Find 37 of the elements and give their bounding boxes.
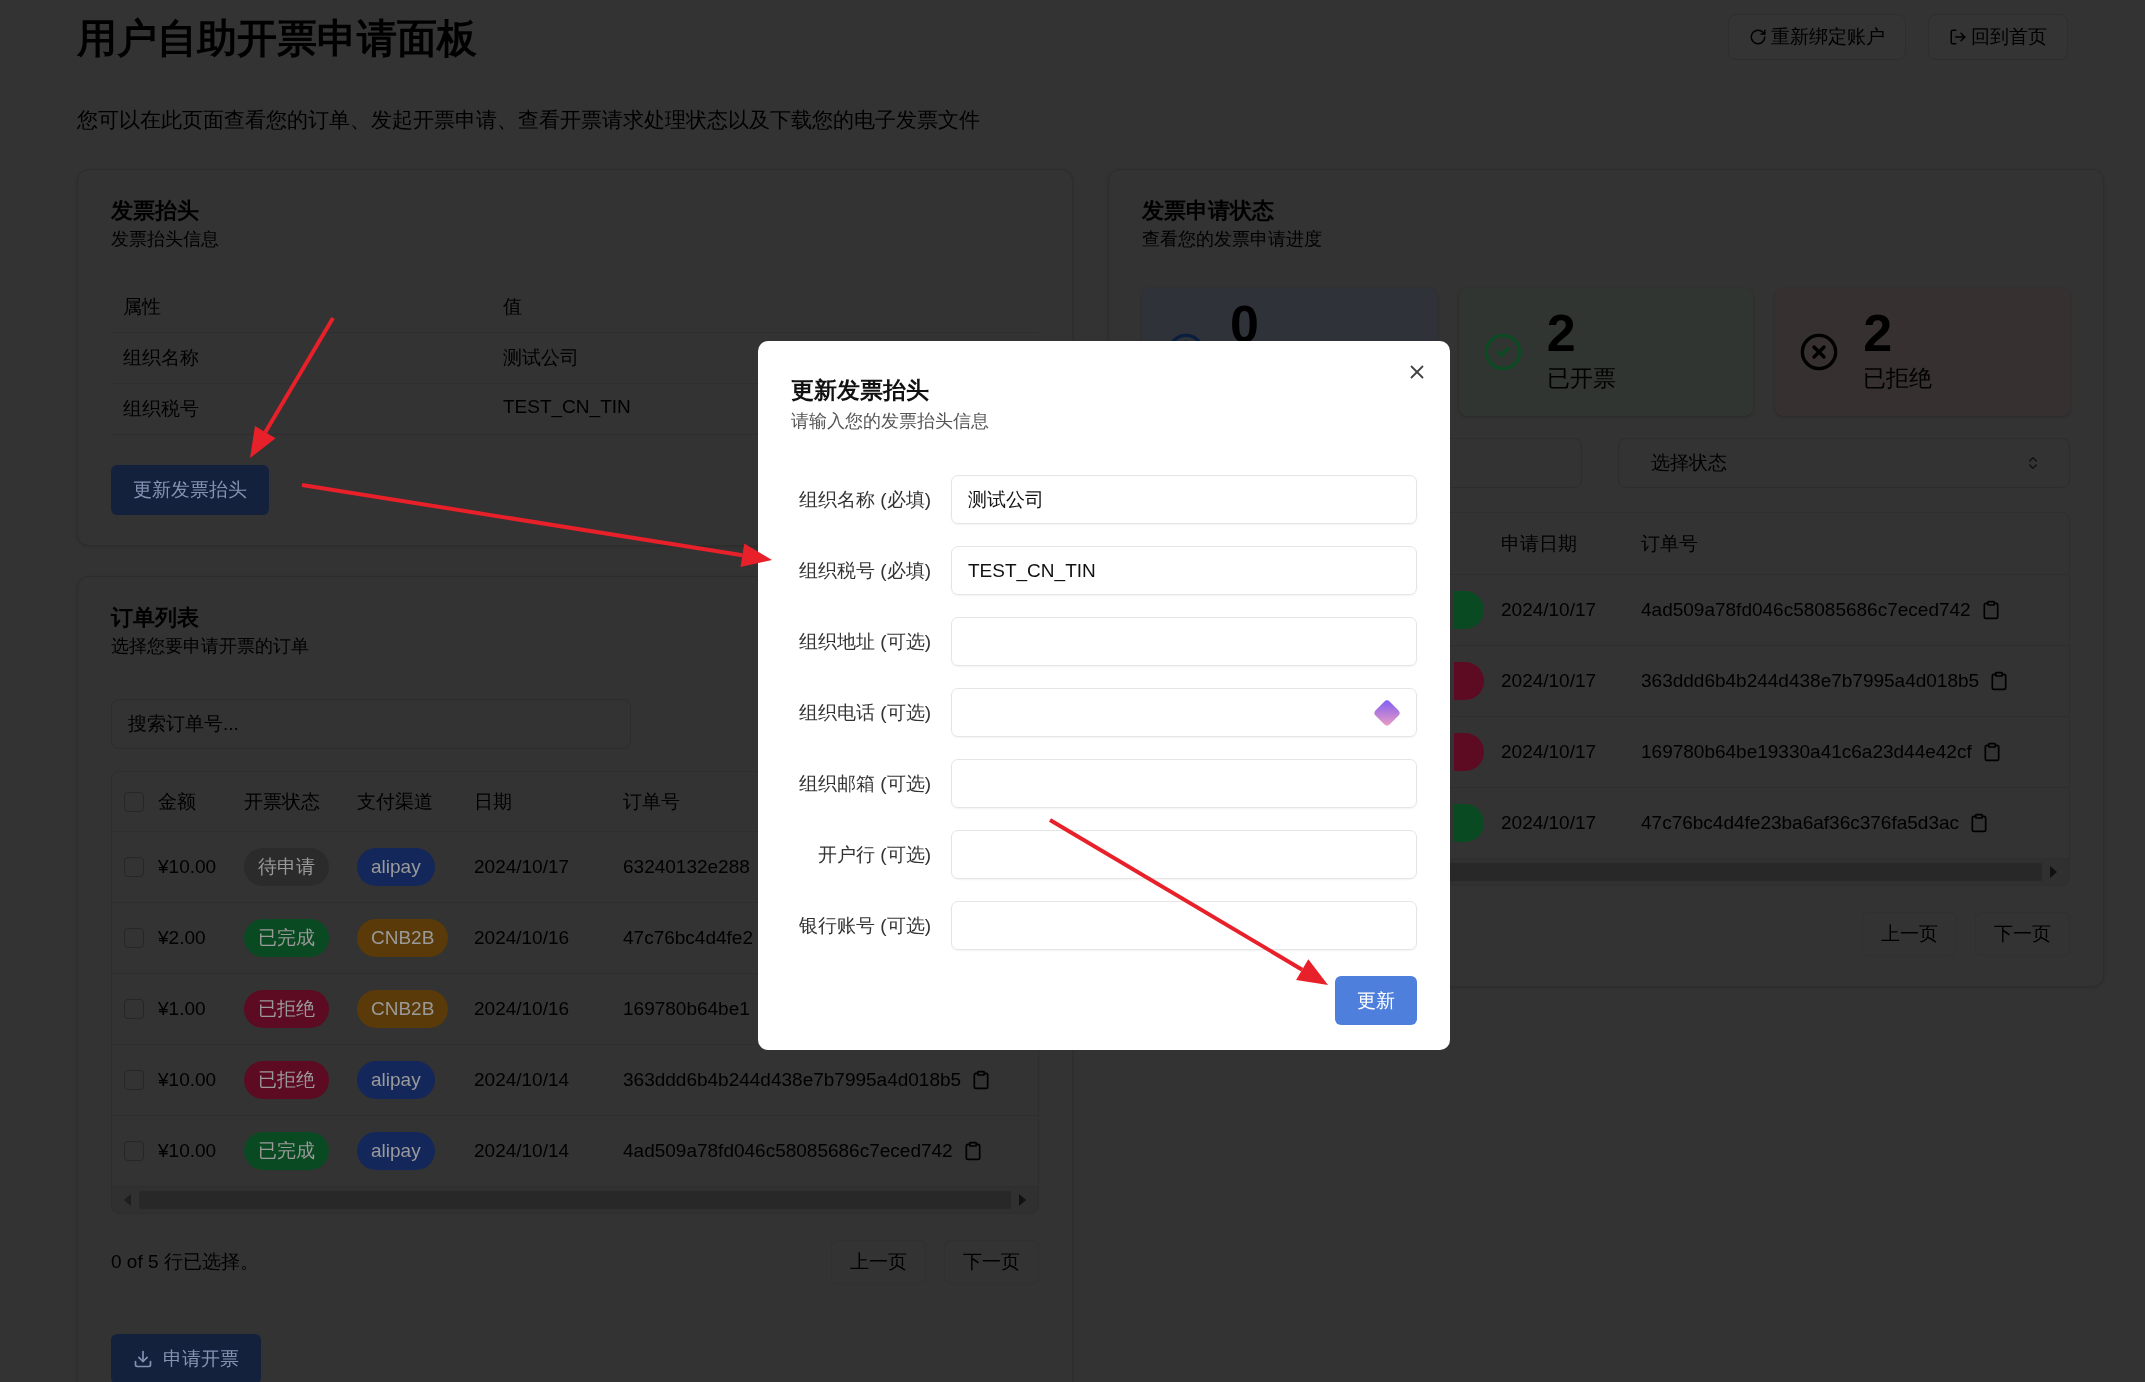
field-label: 组织邮箱 (可选) bbox=[798, 771, 931, 796]
field-label: 开户行 (可选) bbox=[817, 842, 931, 867]
x-circle-icon bbox=[1799, 332, 1840, 372]
refresh-icon bbox=[1749, 28, 1767, 46]
input-field[interactable] bbox=[951, 688, 1417, 737]
apply-invoice-button[interactable]: 申请开票 bbox=[111, 1334, 261, 1382]
update-header-button[interactable]: 更新发票抬头 bbox=[111, 465, 269, 515]
channel-badge: CNB2B bbox=[357, 990, 449, 1028]
status-badge: 已拒绝 bbox=[244, 990, 329, 1028]
input-field[interactable] bbox=[951, 617, 1417, 666]
field-label: 银行账号 (可选) bbox=[798, 913, 931, 938]
field-label: 组织地址 (可选) bbox=[798, 629, 931, 654]
check-circle-icon bbox=[1482, 332, 1523, 372]
status-badge: 已完成 bbox=[244, 919, 329, 957]
channel-badge: alipay bbox=[357, 1132, 435, 1170]
stat-value: 0 bbox=[1230, 302, 1259, 346]
field-label: 组织电话 (可选) bbox=[798, 700, 931, 725]
status-badge: 待申请 bbox=[244, 848, 329, 886]
channel-badge: alipay bbox=[357, 848, 435, 886]
field-label: 组织税号 (必填) bbox=[798, 558, 931, 583]
clipboard-icon[interactable] bbox=[1969, 813, 1989, 833]
input-field[interactable] bbox=[951, 901, 1417, 950]
channel-badge: CNB2B bbox=[357, 919, 449, 957]
input-field[interactable] bbox=[951, 759, 1417, 808]
input-field[interactable]: 测试公司 bbox=[951, 475, 1417, 524]
exit-icon bbox=[1949, 28, 1967, 46]
dialog-subtitle: 请输入您的发票抬头信息 bbox=[791, 410, 990, 433]
status-badge: 已拒绝 bbox=[244, 1061, 329, 1099]
clipboard-icon[interactable] bbox=[1989, 671, 2010, 691]
field-label: 组织名称 (必填) bbox=[798, 487, 931, 512]
status-badge: 已完成 bbox=[244, 1132, 329, 1170]
channel-badge: alipay bbox=[357, 1061, 435, 1099]
input-field[interactable] bbox=[951, 830, 1417, 879]
update-button[interactable]: 更新 bbox=[1335, 976, 1417, 1025]
clipboard-icon[interactable] bbox=[971, 1070, 992, 1090]
input-field[interactable]: TEST_CN_TIN bbox=[951, 546, 1417, 595]
download-icon bbox=[133, 1349, 153, 1369]
